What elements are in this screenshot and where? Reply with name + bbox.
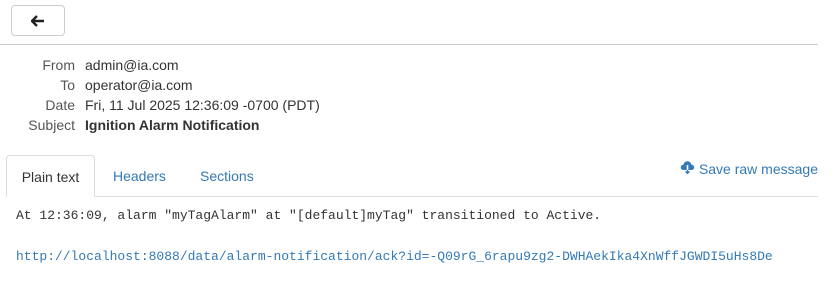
- message-headers: From admin@ia.com To operator@ia.com Dat…: [0, 55, 320, 135]
- cloud-download-icon: [680, 160, 699, 177]
- subject-label: Subject: [28, 117, 75, 133]
- header-date: Date Fri, 11 Jul 2025 12:36:09 -0700 (PD…: [0, 95, 320, 115]
- message-body-line: At 12:36:09, alarm "myTagAlarm" at "[def…: [16, 208, 602, 223]
- ack-link[interactable]: http://localhost:8088/data/alarm-notific…: [16, 249, 831, 264]
- from-label: From: [42, 57, 75, 73]
- date-label: Date: [45, 97, 75, 113]
- to-value: operator@ia.com: [85, 77, 193, 93]
- toolbar: [0, 0, 818, 45]
- header-subject: Subject Ignition Alarm Notification: [0, 115, 320, 135]
- date-value: Fri, 11 Jul 2025 12:36:09 -0700 (PDT): [85, 97, 320, 113]
- header-to: To operator@ia.com: [0, 75, 320, 95]
- save-raw-message-link[interactable]: Save raw message: [680, 160, 818, 177]
- from-value: admin@ia.com: [85, 57, 179, 73]
- tab-sections[interactable]: Sections: [200, 155, 254, 196]
- arrow-left-icon: [31, 14, 45, 27]
- subject-value: Ignition Alarm Notification: [85, 117, 260, 133]
- tab-headers[interactable]: Headers: [113, 155, 166, 196]
- tab-plain-text[interactable]: Plain text: [6, 155, 95, 197]
- header-from: From admin@ia.com: [0, 55, 320, 75]
- save-raw-label: Save raw message: [698, 160, 818, 177]
- to-label: To: [60, 77, 75, 93]
- back-button[interactable]: [11, 5, 65, 36]
